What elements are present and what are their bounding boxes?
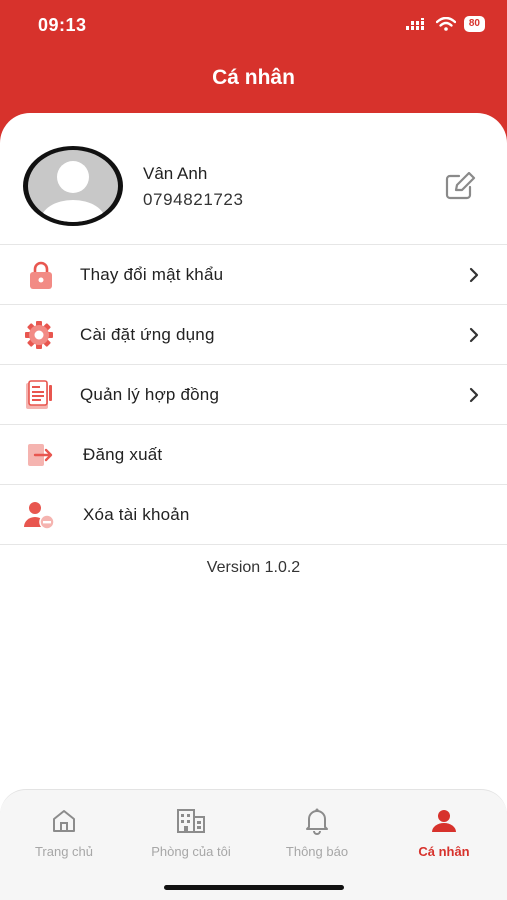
tab-my-rooms[interactable]: Phòng của tôi xyxy=(136,790,246,870)
profile-phone: 0794821723 xyxy=(143,190,244,209)
building-icon xyxy=(176,806,206,836)
menu-item-contract-management[interactable]: Quản lý hợp đồng xyxy=(0,365,507,425)
menu-label-logout: Đăng xuất xyxy=(83,445,163,464)
chevron-right-icon xyxy=(469,387,479,403)
logout-icon xyxy=(22,439,56,471)
tab-notifications[interactable]: Thông báo xyxy=(272,790,362,870)
person-icon xyxy=(431,806,457,836)
lock-icon xyxy=(24,259,58,291)
menu-label-app-settings: Cài đặt ứng dụng xyxy=(80,325,215,344)
menu-item-logout[interactable]: Đăng xuất xyxy=(0,425,507,485)
bell-icon xyxy=(304,806,330,836)
bottom-tab-bar: Trang chủ Phòng của tôi Thông báo Cá nhâ… xyxy=(0,789,507,900)
tab-profile[interactable]: Cá nhân xyxy=(404,790,484,870)
menu-label-change-password: Thay đổi mật khẩu xyxy=(80,265,224,284)
menu-item-change-password[interactable]: Thay đổi mật khẩu xyxy=(0,245,507,305)
status-bar: 09:13 80 xyxy=(0,0,507,50)
status-icons: 80 xyxy=(405,16,485,32)
menu-label-contract-management: Quản lý hợp đồng xyxy=(80,385,220,404)
delete-user-icon xyxy=(22,499,56,531)
wifi-icon xyxy=(435,17,456,31)
menu-item-app-settings[interactable]: Cài đặt ứng dụng xyxy=(0,305,507,365)
battery-indicator: 80 xyxy=(463,16,485,32)
contract-icon xyxy=(22,379,56,411)
app-version: Version 1.0.2 xyxy=(206,559,301,576)
profile-name: Vân Anh xyxy=(143,164,208,183)
gear-icon xyxy=(22,319,56,351)
chevron-right-icon xyxy=(469,327,479,343)
page-title: Cá nhân xyxy=(212,66,295,89)
home-indicator xyxy=(164,885,344,890)
tab-label-home: Trang chủ xyxy=(34,844,94,859)
profile-sheet: Vân Anh 0794821723 Thay đổi mật khẩu Cài… xyxy=(0,113,507,900)
tab-label-my-rooms: Phòng của tôi xyxy=(151,844,231,859)
status-time: 09:13 xyxy=(38,15,87,35)
settings-menu: Thay đổi mật khẩu Cài đặt ứng dụng Quản … xyxy=(0,245,507,545)
menu-item-delete-account[interactable]: Xóa tài khoản xyxy=(0,485,507,545)
signal-icon xyxy=(405,18,424,30)
home-icon xyxy=(51,806,77,836)
tab-label-notifications: Thông báo xyxy=(285,844,349,859)
chevron-right-icon xyxy=(469,267,479,283)
menu-label-delete-account: Xóa tài khoản xyxy=(83,505,190,524)
tab-label-profile: Cá nhân xyxy=(418,844,470,859)
tab-home[interactable]: Trang chủ xyxy=(24,790,104,870)
profile-card: Vân Anh 0794821723 xyxy=(0,113,507,245)
edit-icon xyxy=(445,172,476,200)
avatar-icon[interactable] xyxy=(21,144,125,228)
edit-profile-button[interactable] xyxy=(441,169,481,203)
